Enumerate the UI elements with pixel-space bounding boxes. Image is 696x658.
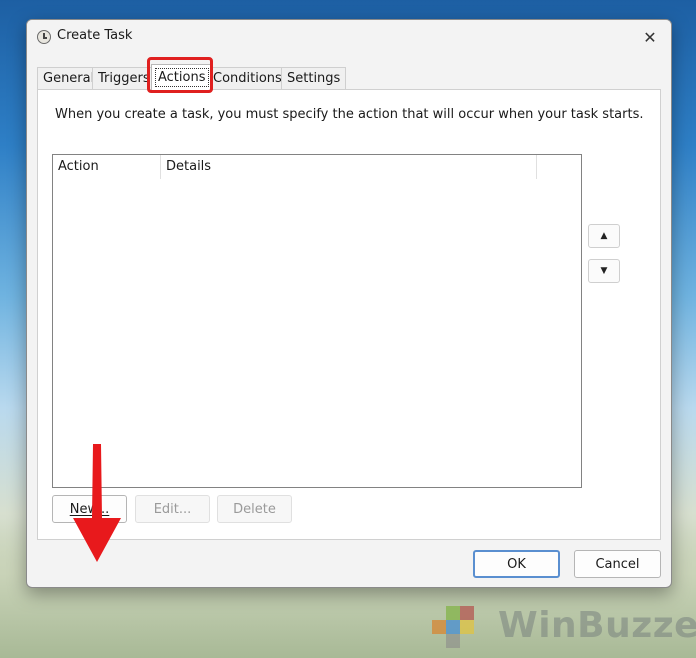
list-body[interactable] [53,179,581,487]
column-header-details[interactable]: Details [161,155,537,179]
delete-button-label: Delete [233,501,276,517]
winbuzzer-logo-icon [432,606,474,648]
watermark-text: WinBuzzer [498,604,696,646]
tab-label: Conditions [213,71,282,86]
tab-label: Settings [287,71,341,86]
title-bar[interactable]: Create Task ✕ [27,20,671,54]
list-header: Action Details [53,155,581,179]
move-up-button[interactable]: ▲ [588,224,620,248]
tab-label: General [43,71,95,86]
cancel-button[interactable]: Cancel [574,550,661,578]
ok-button[interactable]: OK [473,550,560,578]
actions-list[interactable]: Action Details [52,154,582,488]
delete-action-button[interactable]: Delete [217,495,292,523]
edit-action-button[interactable]: Edit... [135,495,210,523]
clock-icon [37,30,51,44]
close-button[interactable]: ✕ [637,24,663,50]
watermark: WinBuzzer [428,598,696,652]
arrow-down-icon: ▼ [600,266,608,276]
tab-settings[interactable]: Settings [281,67,347,89]
actions-tab-highlight [147,57,213,93]
ok-button-label: OK [507,556,526,572]
actions-description: When you create a task, you must specify… [55,107,644,122]
actions-panel: When you create a task, you must specify… [37,89,661,562]
tab-general[interactable]: General [37,67,101,89]
move-down-button[interactable]: ▼ [588,259,620,283]
tab-conditions[interactable]: Conditions [207,67,288,89]
column-header-action[interactable]: Action [53,155,161,179]
create-task-dialog: Create Task ✕ General Triggers Actions C… [26,19,672,588]
window-title: Create Task [57,28,133,43]
tab-label: Triggers [98,71,150,86]
cancel-button-label: Cancel [595,556,640,572]
red-arrow-annotation-icon [73,444,121,562]
arrow-up-icon: ▲ [600,231,608,241]
edit-button-label: Edit... [153,501,192,517]
